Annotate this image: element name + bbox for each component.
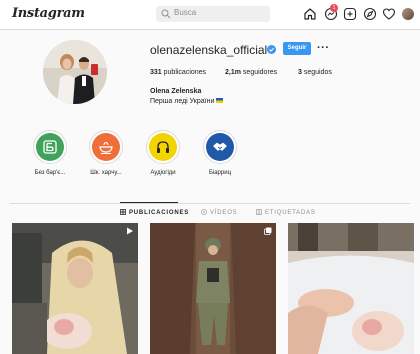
posts-stat: 331 publicaciones xyxy=(150,69,206,76)
posts-label: publicaciones xyxy=(163,69,207,76)
tabs-divider xyxy=(10,203,410,204)
highlight-ring xyxy=(33,130,67,164)
verified-badge-icon xyxy=(267,45,276,54)
food-bowl-icon xyxy=(99,141,113,154)
active-tab-indicator xyxy=(120,202,178,203)
highlight-disc xyxy=(36,133,64,161)
highlight-audio-guides[interactable]: Аудіогіди xyxy=(146,130,180,176)
profile-bio: Перша леді України xyxy=(150,98,224,105)
highlight-label: Шк. харчу... xyxy=(90,170,122,176)
grid-icon xyxy=(120,209,126,215)
video-indicator-icon xyxy=(127,227,133,235)
highlight-disc xyxy=(149,133,177,161)
home-icon[interactable] xyxy=(303,7,317,21)
video-icon xyxy=(201,209,207,215)
profile-full-name: Olena Zelenska xyxy=(150,88,202,95)
bio-text: Перша леді України xyxy=(150,98,215,105)
profile-photo-couple xyxy=(43,40,107,104)
barrier-free-icon xyxy=(43,140,57,154)
post-thumbnail-2[interactable] xyxy=(150,223,276,354)
profile-avatar-small[interactable] xyxy=(402,8,414,20)
highlight-school-food[interactable]: Шк. харчу... xyxy=(89,130,123,176)
post-thumbnail-3[interactable] xyxy=(288,223,414,354)
highlight-biarritz[interactable]: Біарриц xyxy=(203,130,237,176)
followers-label: seguidores xyxy=(242,69,278,76)
posts-count: 331 xyxy=(150,69,162,76)
highlight-label: Біарриц xyxy=(208,170,232,176)
top-navigation-bar: Instagram Busca 1 xyxy=(0,0,420,30)
highlight-disc xyxy=(92,133,120,161)
highlight-ring xyxy=(89,130,123,164)
tab-label: VÍDEOS xyxy=(210,210,238,216)
post-image-soldier-trench xyxy=(150,223,276,354)
more-options-icon[interactable]: ··· xyxy=(317,42,330,54)
instagram-logo[interactable]: Instagram xyxy=(12,6,85,21)
search-input[interactable]: Busca xyxy=(156,6,270,22)
post-image-woman-baby xyxy=(12,223,138,354)
follow-button[interactable]: Seguir xyxy=(283,42,311,55)
new-post-icon[interactable] xyxy=(343,7,357,21)
carousel-indicator-icon xyxy=(264,227,272,235)
highlight-ring xyxy=(146,130,180,164)
tagged-icon xyxy=(256,209,262,215)
tab-videos[interactable]: VÍDEOS xyxy=(201,209,237,216)
followers-count: 2,1m xyxy=(225,69,241,76)
tab-label: PUBLICACIONES xyxy=(129,210,190,216)
handshake-icon xyxy=(213,142,227,151)
post-image-newborn-hands xyxy=(288,223,414,354)
tab-label: ETIQUETADAS xyxy=(265,210,316,216)
highlight-ring xyxy=(203,130,237,164)
explore-compass-icon[interactable] xyxy=(363,7,377,21)
followers-stat[interactable]: 2,1m seguidores xyxy=(225,69,277,76)
following-stat[interactable]: 3 seguidos xyxy=(298,69,332,76)
following-count: 3 xyxy=(298,69,302,76)
highlight-barrier-free[interactable]: Без бар'є... xyxy=(33,130,67,176)
highlight-label: Аудіогіди xyxy=(150,170,176,176)
following-label: seguidos xyxy=(303,69,332,76)
search-placeholder: Busca xyxy=(174,8,197,17)
tab-tagged[interactable]: ETIQUETADAS xyxy=(256,209,316,216)
highlight-disc xyxy=(206,133,234,161)
profile-username: olenazelenska_official xyxy=(150,43,268,57)
tab-publications[interactable]: PUBLICACIONES xyxy=(120,209,189,216)
search-icon xyxy=(161,9,171,19)
ukraine-flag-icon xyxy=(216,98,224,103)
post-thumbnail-1[interactable] xyxy=(12,223,138,354)
heart-activity-icon[interactable] xyxy=(382,7,396,21)
profile-avatar[interactable] xyxy=(43,40,107,104)
highlight-label: Без бар'є... xyxy=(34,170,66,176)
headphones-icon xyxy=(157,141,169,153)
notifications-badge: 1 xyxy=(330,4,338,12)
